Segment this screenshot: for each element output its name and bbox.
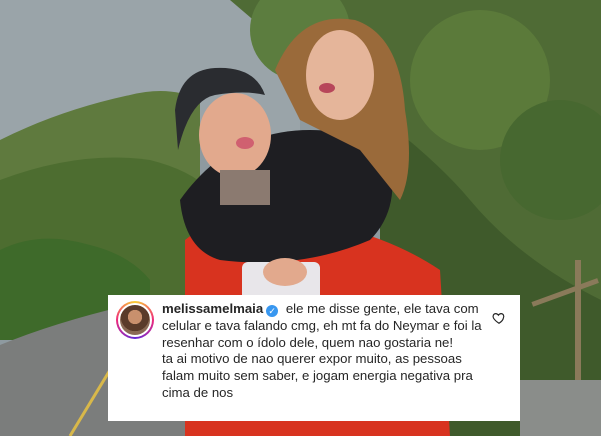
story-ring[interactable]: [116, 301, 154, 339]
avatar[interactable]: [120, 305, 150, 335]
comment-username[interactable]: melissamelmaia: [162, 301, 263, 316]
instagram-comment-card: melissamelmaia ✓ ele me disse gente, ele …: [108, 295, 520, 421]
verified-badge-icon: ✓: [266, 305, 279, 317]
heart-icon[interactable]: [492, 311, 506, 325]
comment-text-block: melissamelmaia ✓ ele me disse gente, ele …: [162, 301, 482, 402]
avatar-border: [118, 303, 152, 337]
